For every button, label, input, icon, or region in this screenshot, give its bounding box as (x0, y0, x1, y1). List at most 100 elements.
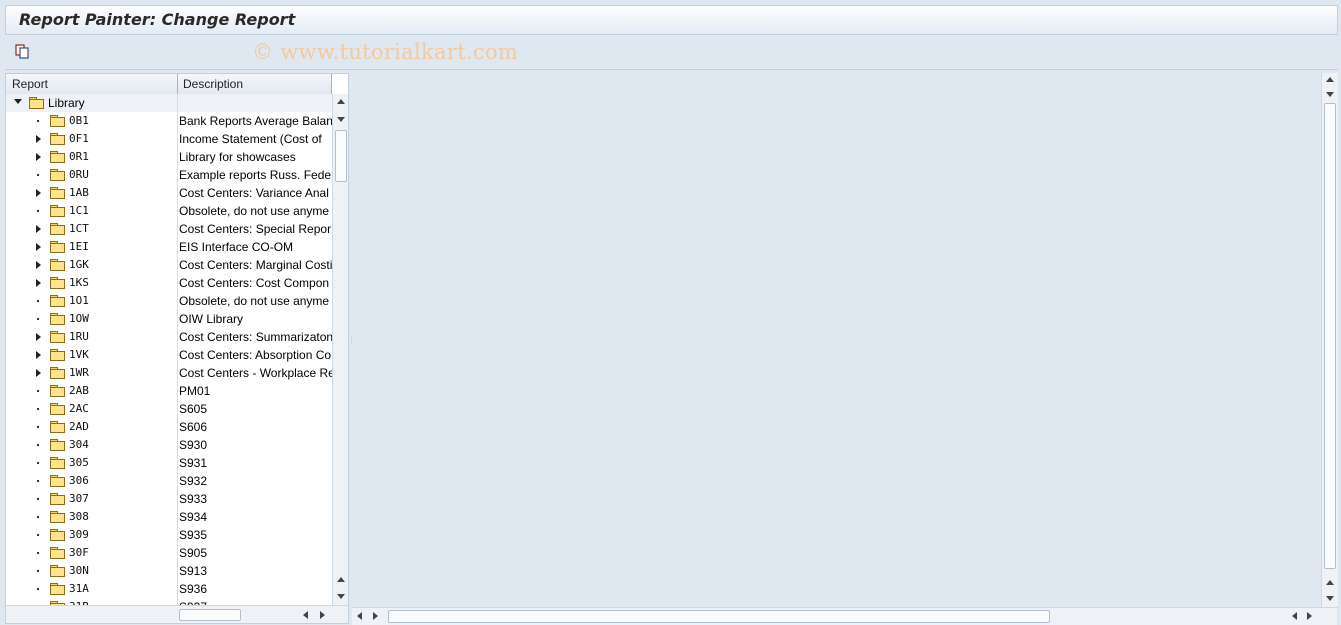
work-area-horizontal-scrollbar[interactable] (352, 607, 1337, 625)
scroll-right-arrow-icon[interactable] (1307, 612, 1312, 620)
tree-row[interactable]: 306 S932 (6, 472, 332, 490)
expand-arrow-icon[interactable] (36, 261, 41, 269)
report-code[interactable]: 31A (69, 582, 89, 595)
scroll-down-arrow-icon[interactable] (337, 594, 345, 599)
report-description: Obsolete, do not use anyme (179, 294, 330, 308)
report-code[interactable]: 2AC (69, 402, 89, 415)
tree-row[interactable]: 305 S931 (6, 454, 332, 472)
expand-arrow-icon[interactable] (36, 189, 41, 197)
tree-row[interactable]: 0B1 Bank Reports Average Balan (6, 112, 332, 130)
tree-row[interactable]: 308 S934 (6, 508, 332, 526)
scrollbar-thumb[interactable] (388, 610, 1050, 623)
tree-row[interactable]: 2AD S606 (6, 418, 332, 436)
tree-horizontal-scrollbar[interactable] (6, 605, 348, 623)
scroll-left-arrow-icon[interactable] (1292, 612, 1297, 620)
leaf-bullet-icon (37, 570, 39, 572)
report-code[interactable]: 0R1 (69, 150, 89, 163)
tree-row[interactable]: 0RU Example reports Russ. Fede (6, 166, 332, 184)
report-code[interactable]: 1O1 (69, 294, 89, 307)
tree-vertical-scrollbar[interactable] (332, 94, 348, 605)
tree-row[interactable]: 1O1 Obsolete, do not use anyme (6, 292, 332, 310)
tree-row[interactable]: 2AB PM01 (6, 382, 332, 400)
scroll-right-arrow-icon[interactable] (373, 612, 378, 620)
report-code[interactable]: 2AD (69, 420, 89, 433)
report-code[interactable]: 1OW (69, 312, 89, 325)
collapse-arrow-icon[interactable] (14, 99, 22, 104)
tree-row[interactable]: 1CT Cost Centers: Special Repor (6, 220, 332, 238)
tree-row[interactable]: 1GK Cost Centers: Marginal Costi (6, 256, 332, 274)
expand-arrow-icon[interactable] (36, 369, 41, 377)
work-area-vertical-scrollbar[interactable] (1321, 73, 1338, 607)
expand-arrow-icon[interactable] (36, 153, 41, 161)
column-divider[interactable] (177, 74, 178, 94)
scroll-up-arrow-icon[interactable] (337, 577, 345, 582)
tree-row[interactable]: 309 S935 (6, 526, 332, 544)
tree-row[interactable]: 1C1 Obsolete, do not use anyme (6, 202, 332, 220)
scroll-up-arrow-icon[interactable] (337, 99, 345, 104)
report-code[interactable]: 1C1 (69, 204, 89, 217)
tree-row[interactable]: 307 S933 (6, 490, 332, 508)
report-code[interactable]: 1KS (69, 276, 89, 289)
tree-row[interactable]: 1VK Cost Centers: Absorption Co (6, 346, 332, 364)
report-code[interactable]: 1VK (69, 348, 89, 361)
scroll-up-arrow-icon[interactable] (1326, 77, 1334, 82)
report-code[interactable]: 306 (69, 474, 89, 487)
tree-row[interactable]: 1AB Cost Centers: Variance Anal (6, 184, 332, 202)
expand-arrow-icon[interactable] (36, 333, 41, 341)
tree-row[interactable]: 1OW OIW Library (6, 310, 332, 328)
scroll-down-arrow-icon[interactable] (1326, 596, 1334, 601)
column-header-description[interactable]: Description (183, 77, 243, 91)
report-code[interactable]: 309 (69, 528, 89, 541)
tree-row[interactable]: 1WR Cost Centers - Workplace Re (6, 364, 332, 382)
folder-icon (50, 367, 65, 379)
scroll-left-arrow-icon[interactable] (357, 612, 362, 620)
scrollbar-thumb[interactable] (1324, 103, 1336, 569)
tree-row[interactable]: 1EI EIS Interface CO-OM (6, 238, 332, 256)
report-code[interactable]: 30F (69, 546, 89, 559)
scrollbar-thumb[interactable] (335, 130, 347, 182)
tree-row[interactable]: 2AC S605 (6, 400, 332, 418)
report-code[interactable]: 304 (69, 438, 89, 451)
tree-row[interactable]: 304 S930 (6, 436, 332, 454)
scroll-up-arrow-icon[interactable] (1326, 580, 1334, 585)
expand-arrow-icon[interactable] (36, 225, 41, 233)
scroll-left-arrow-icon[interactable] (303, 611, 308, 619)
display-change-icon[interactable] (13, 43, 31, 61)
report-code[interactable]: 1CT (69, 222, 89, 235)
scrollbar-thumb[interactable] (179, 609, 241, 621)
report-description: Obsolete, do not use anyme (179, 204, 330, 218)
column-divider[interactable] (331, 74, 332, 94)
report-code[interactable]: 1RU (69, 330, 89, 343)
scroll-right-arrow-icon[interactable] (320, 611, 325, 619)
report-code[interactable]: 1EI (69, 240, 89, 253)
expand-arrow-icon[interactable] (36, 351, 41, 359)
tree-root-library[interactable]: Library (6, 94, 332, 112)
report-description: Cost Centers: Variance Anal (179, 186, 329, 200)
report-code[interactable]: 308 (69, 510, 89, 523)
scroll-down-arrow-icon[interactable] (337, 117, 345, 122)
report-code[interactable]: 1AB (69, 186, 89, 199)
expand-arrow-icon[interactable] (36, 279, 41, 287)
tree-row[interactable]: 1KS Cost Centers: Cost Compon (6, 274, 332, 292)
expand-arrow-icon[interactable] (36, 243, 41, 251)
tree-row[interactable]: 0R1 Library for showcases (6, 148, 332, 166)
tree-row[interactable]: 30N S913 (6, 562, 332, 580)
leaf-bullet-icon (37, 426, 39, 428)
tree-row[interactable]: 31A S936 (6, 580, 332, 598)
tree-row[interactable]: 0F1 Income Statement (Cost of (6, 130, 332, 148)
report-code[interactable]: 0RU (69, 168, 89, 181)
expand-arrow-icon[interactable] (36, 135, 41, 143)
report-code[interactable]: 307 (69, 492, 89, 505)
report-code[interactable]: 2AB (69, 384, 89, 397)
scroll-down-arrow-icon[interactable] (1326, 92, 1334, 97)
report-code[interactable]: 0F1 (69, 132, 89, 145)
tree-row[interactable]: 30F S905 (6, 544, 332, 562)
report-code[interactable]: 1GK (69, 258, 89, 271)
report-code[interactable]: 0B1 (69, 114, 89, 127)
report-code[interactable]: 30N (69, 564, 89, 577)
report-code[interactable]: 305 (69, 456, 89, 469)
tree-row[interactable]: 1RU Cost Centers: Summarizaton (6, 328, 332, 346)
report-code[interactable]: 1WR (69, 366, 89, 379)
column-header-report[interactable]: Report (12, 77, 48, 91)
leaf-bullet-icon (37, 552, 39, 554)
